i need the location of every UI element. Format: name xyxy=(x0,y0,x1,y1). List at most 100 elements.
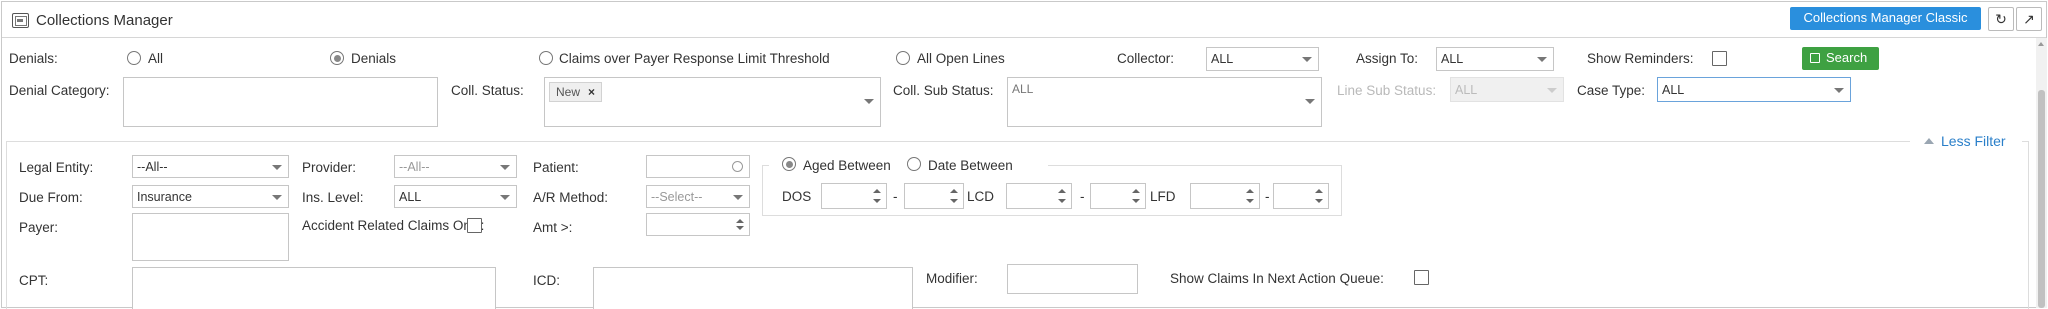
chevron-down-icon xyxy=(272,194,282,200)
due-from-select[interactable]: Insurance xyxy=(132,185,289,208)
radio-all-open-lines-label: All Open Lines xyxy=(917,51,1005,66)
close-icon[interactable]: × xyxy=(588,85,595,99)
radio-all-open-lines[interactable] xyxy=(896,51,910,65)
title-bar: Collections Manager Collections Manager … xyxy=(2,2,2046,38)
chevron-down-icon xyxy=(864,99,874,104)
chevron-up-icon[interactable] xyxy=(1246,189,1254,193)
chevron-down-icon xyxy=(500,194,510,200)
lfd-label: LFD xyxy=(1150,189,1176,204)
legal-entity-label: Legal Entity: xyxy=(19,160,94,175)
patient-input[interactable] xyxy=(646,155,750,178)
ins-level-select[interactable]: ALL xyxy=(394,185,517,208)
show-reminders-checkbox[interactable] xyxy=(1712,51,1727,66)
scrollbar-thumb[interactable] xyxy=(2038,90,2045,308)
amt-stepper[interactable] xyxy=(646,213,750,236)
cpt-input[interactable] xyxy=(132,267,496,309)
chevron-up-icon xyxy=(1924,138,1934,144)
chevron-down-icon[interactable] xyxy=(1315,199,1323,203)
ar-method-label: A/R Method: xyxy=(533,190,609,205)
chevron-down-icon xyxy=(272,164,282,170)
group-border-right xyxy=(1048,165,1342,166)
assign-to-label: Assign To: xyxy=(1356,51,1419,66)
icd-label: ICD: xyxy=(533,273,560,288)
lcd-from-stepper[interactable] xyxy=(1006,183,1072,209)
group-border-left xyxy=(762,165,769,166)
line-sub-status-select[interactable]: ALL xyxy=(1450,77,1564,102)
chevron-down-icon[interactable] xyxy=(736,226,744,230)
chevron-down-icon xyxy=(1547,87,1557,93)
icd-input[interactable] xyxy=(593,267,913,309)
accident-related-label: Accident Related Claims Only: xyxy=(302,218,485,233)
vertical-scrollbar[interactable] xyxy=(2036,38,2047,308)
save-icon xyxy=(1810,53,1820,63)
less-filter-toggle[interactable]: Less Filter xyxy=(1910,133,2022,149)
date-between-label: Date Between xyxy=(928,158,1013,173)
lfd-from-stepper[interactable] xyxy=(1190,183,1260,209)
chevron-up-icon[interactable] xyxy=(1315,189,1323,193)
lfd-to-stepper[interactable] xyxy=(1273,183,1329,209)
lcd-label: LCD xyxy=(967,189,995,204)
dos-dash: - xyxy=(893,189,898,204)
amt-label: Amt >: xyxy=(533,220,573,235)
chevron-up-icon[interactable] xyxy=(1058,189,1066,193)
line-sub-status-label: Line Sub Status: xyxy=(1337,83,1437,98)
cpt-label: CPT: xyxy=(19,273,49,288)
chevron-down-icon[interactable] xyxy=(950,199,958,203)
chevron-down-icon xyxy=(733,194,743,200)
coll-status-tag: New × xyxy=(549,82,603,102)
radio-aged-between[interactable] xyxy=(782,157,796,171)
patient-lookup-icon[interactable] xyxy=(732,161,743,172)
chevron-down-icon[interactable] xyxy=(1132,199,1140,203)
collector-select[interactable]: ALL xyxy=(1206,47,1319,71)
due-from-label: Due From: xyxy=(19,190,83,205)
modifier-label: Modifier: xyxy=(926,271,978,286)
refresh-icon[interactable]: ↻ xyxy=(1988,7,2014,31)
radio-date-between[interactable] xyxy=(907,157,921,171)
payer-input[interactable] xyxy=(132,213,289,261)
case-type-label: Case Type: xyxy=(1577,83,1646,98)
scroll-up-icon[interactable] xyxy=(2038,42,2044,46)
dos-to-stepper[interactable] xyxy=(904,183,964,209)
coll-status-multiselect[interactable]: New × xyxy=(544,77,881,127)
dos-label: DOS xyxy=(782,189,812,204)
lcd-dash: - xyxy=(1080,189,1085,204)
radio-claims-over-threshold[interactable] xyxy=(539,51,553,65)
chevron-down-icon xyxy=(1537,57,1547,62)
lfd-dash: - xyxy=(1265,189,1270,204)
coll-sub-status-multiselect[interactable]: ALL xyxy=(1007,77,1322,127)
chevron-down-icon[interactable] xyxy=(873,199,881,203)
provider-select[interactable]: --All-- xyxy=(394,155,517,178)
show-reminders-label: Show Reminders: xyxy=(1587,51,1694,66)
collections-manager-classic-button[interactable]: Collections Manager Classic xyxy=(1790,7,1981,30)
chevron-up-icon[interactable] xyxy=(873,189,881,193)
coll-sub-status-label: Coll. Sub Status: xyxy=(893,83,994,98)
modifier-input[interactable] xyxy=(1007,264,1138,294)
provider-label: Provider: xyxy=(302,160,357,175)
chevron-down-icon xyxy=(1834,87,1844,93)
radio-denials[interactable] xyxy=(330,51,344,65)
denial-category-input[interactable] xyxy=(123,77,438,127)
assign-to-select[interactable]: ALL xyxy=(1436,47,1554,71)
search-button[interactable]: Search xyxy=(1802,47,1879,70)
radio-claims-over-threshold-label: Claims over Payer Response Limit Thresho… xyxy=(559,51,830,66)
chevron-up-icon[interactable] xyxy=(1132,189,1140,193)
collector-label: Collector: xyxy=(1117,51,1175,66)
radio-all[interactable] xyxy=(127,51,141,65)
radio-all-label: All xyxy=(148,51,164,66)
chevron-up-icon[interactable] xyxy=(736,219,744,223)
chevron-down-icon[interactable] xyxy=(1058,199,1066,203)
legal-entity-select[interactable]: --All-- xyxy=(132,155,289,178)
ins-level-label: Ins. Level: xyxy=(302,190,364,205)
case-type-select[interactable]: ALL xyxy=(1657,77,1851,102)
radio-denials-label: Denials xyxy=(351,51,397,66)
next-action-queue-checkbox[interactable] xyxy=(1414,270,1429,285)
accident-related-checkbox[interactable] xyxy=(467,218,482,233)
ar-method-select[interactable]: --Select-- xyxy=(646,185,750,208)
payer-label: Payer: xyxy=(19,220,59,235)
lcd-to-stepper[interactable] xyxy=(1090,183,1146,209)
collections-icon xyxy=(12,13,29,28)
dos-from-stepper[interactable] xyxy=(821,183,887,209)
chevron-up-icon[interactable] xyxy=(950,189,958,193)
popout-icon[interactable]: ↗ xyxy=(2016,7,2042,31)
chevron-down-icon[interactable] xyxy=(1246,199,1254,203)
